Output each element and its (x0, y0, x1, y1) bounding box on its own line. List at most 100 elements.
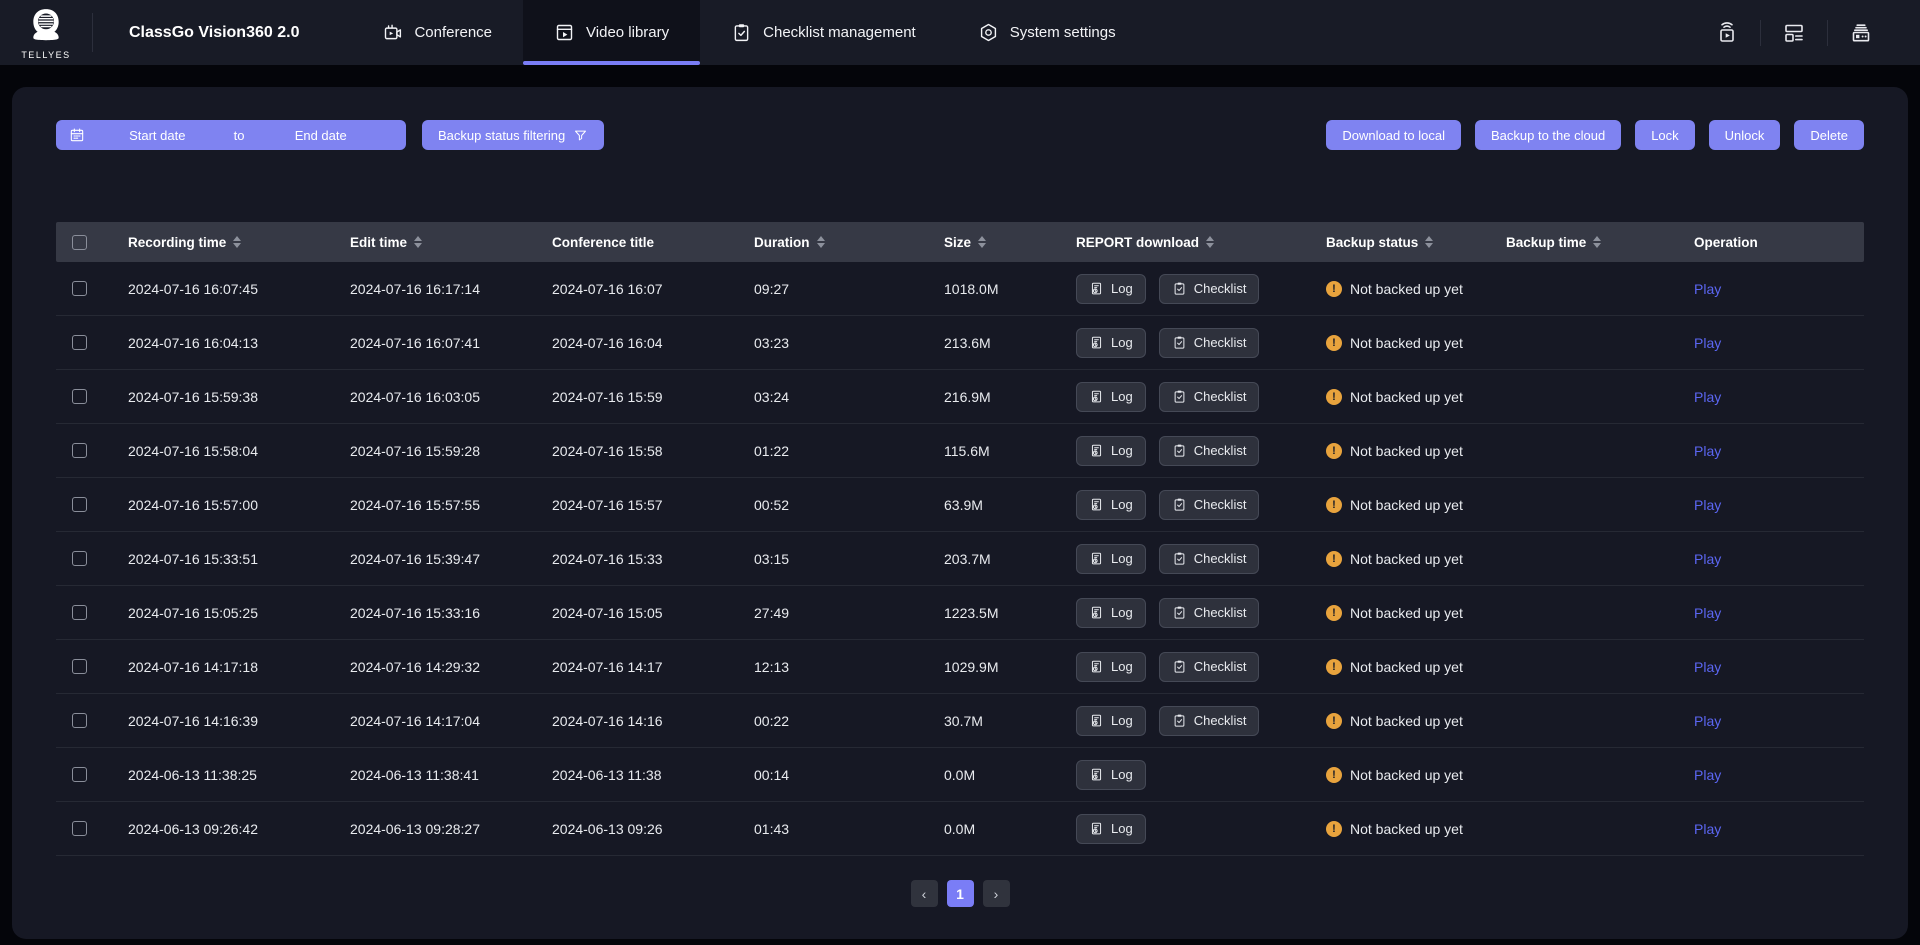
select-all-checkbox[interactable] (72, 235, 87, 250)
sort-icon[interactable] (414, 236, 422, 248)
column-header[interactable]: Conference title (540, 235, 742, 250)
settings-icon (978, 22, 999, 43)
checklist-button-icon (1172, 713, 1187, 728)
unlock-button[interactable]: Unlock (1709, 120, 1781, 150)
edit-time-cell: 2024-07-16 15:59:28 (350, 443, 480, 459)
warning-icon: ! (1326, 659, 1342, 675)
log-file-icon (1089, 605, 1104, 620)
log-button[interactable]: Log (1076, 382, 1146, 412)
checklist-button[interactable]: Checklist (1159, 382, 1260, 412)
tab-video-library[interactable]: Video library (523, 0, 700, 65)
log-button[interactable]: Log (1076, 652, 1146, 682)
row-checkbox[interactable] (72, 443, 87, 458)
delete-button[interactable]: Delete (1794, 120, 1864, 150)
column-header[interactable]: Operation (1682, 235, 1864, 250)
checklist-button-label: Checklist (1194, 713, 1247, 728)
play-link[interactable]: Play (1694, 281, 1721, 297)
prev-page-button[interactable]: ‹ (911, 880, 938, 907)
column-header[interactable]: Recording time (116, 235, 338, 250)
row-checkbox[interactable] (72, 551, 87, 566)
sort-icon[interactable] (1593, 236, 1601, 248)
log-button[interactable]: Log (1076, 814, 1146, 844)
tab-checklist-management[interactable]: Checklist management (700, 0, 947, 65)
download-to-local-button[interactable]: Download to local (1326, 120, 1461, 150)
play-link[interactable]: Play (1694, 497, 1721, 513)
row-checkbox[interactable] (72, 713, 87, 728)
checklist-button[interactable]: Checklist (1159, 544, 1260, 574)
row-checkbox[interactable] (72, 605, 87, 620)
edit-time-cell: 2024-07-16 14:29:32 (350, 659, 480, 675)
log-file-icon (1089, 551, 1104, 566)
play-link[interactable]: Play (1694, 551, 1721, 567)
checklist-button[interactable]: Checklist (1159, 274, 1260, 304)
sort-icon[interactable] (233, 236, 241, 248)
backup-to-cloud-button[interactable]: Backup to the cloud (1475, 120, 1621, 150)
duration-cell: 03:23 (754, 335, 789, 351)
log-button[interactable]: Log (1076, 328, 1146, 358)
play-link[interactable]: Play (1694, 659, 1721, 675)
play-link[interactable]: Play (1694, 335, 1721, 351)
log-button[interactable]: Log (1076, 436, 1146, 466)
log-button[interactable]: Log (1076, 274, 1146, 304)
tab-conference[interactable]: Conference (351, 0, 523, 65)
log-button[interactable]: Log (1076, 760, 1146, 790)
column-header[interactable]: Edit time (338, 235, 540, 250)
recording-time-cell: 2024-06-13 11:38:25 (128, 767, 257, 783)
column-header[interactable]: Duration (742, 235, 932, 250)
sort-icon[interactable] (817, 236, 825, 248)
column-header[interactable]: Backup time (1494, 235, 1682, 250)
row-checkbox[interactable] (72, 659, 87, 674)
backup-status-cell: Not backed up yet (1350, 605, 1463, 621)
row-checkbox[interactable] (72, 389, 87, 404)
row-checkbox[interactable] (72, 821, 87, 836)
edit-time-cell: 2024-07-16 16:07:41 (350, 335, 480, 351)
column-header[interactable]: REPORT download (1064, 235, 1314, 250)
log-button[interactable]: Log (1076, 490, 1146, 520)
layout-button[interactable] (1761, 0, 1827, 65)
size-cell: 1029.9M (944, 659, 998, 675)
row-checkbox[interactable] (72, 335, 87, 350)
column-header[interactable]: Size (932, 235, 1064, 250)
date-range-picker[interactable]: Start date to End date (56, 120, 406, 150)
recorder-device-button[interactable] (1828, 0, 1894, 65)
lock-button[interactable]: Lock (1635, 120, 1694, 150)
log-button[interactable]: Log (1076, 544, 1146, 574)
row-checkbox[interactable] (72, 497, 87, 512)
table-row: 2024-07-16 15:05:25 2024-07-16 15:33:16 … (56, 586, 1864, 640)
page-1-button[interactable]: 1 (947, 880, 974, 907)
checklist-button[interactable]: Checklist (1159, 652, 1260, 682)
row-checkbox[interactable] (72, 281, 87, 296)
play-link[interactable]: Play (1694, 767, 1721, 783)
table-row: 2024-07-16 15:33:51 2024-07-16 15:39:47 … (56, 532, 1864, 586)
checklist-button[interactable]: Checklist (1159, 706, 1260, 736)
column-header[interactable]: Backup status (1314, 235, 1494, 250)
cast-play-button[interactable] (1694, 0, 1760, 65)
checklist-button[interactable]: Checklist (1159, 436, 1260, 466)
backup-status-filter-button[interactable]: Backup status filtering (422, 120, 604, 150)
duration-cell: 00:22 (754, 713, 789, 729)
checklist-button[interactable]: Checklist (1159, 598, 1260, 628)
next-page-button[interactable]: › (983, 880, 1010, 907)
tab-system-settings[interactable]: System settings (947, 0, 1147, 65)
checklist-button[interactable]: Checklist (1159, 490, 1260, 520)
recording-time-cell: 2024-07-16 15:33:51 (128, 551, 258, 567)
play-link[interactable]: Play (1694, 443, 1721, 459)
sort-icon[interactable] (1206, 236, 1214, 248)
sort-icon[interactable] (1425, 236, 1433, 248)
log-file-icon (1089, 443, 1104, 458)
row-checkbox[interactable] (72, 767, 87, 782)
conference-title-cell: 2024-07-16 16:04 (552, 335, 663, 351)
log-button[interactable]: Log (1076, 598, 1146, 628)
log-button[interactable]: Log (1076, 706, 1146, 736)
play-link[interactable]: Play (1694, 713, 1721, 729)
play-link[interactable]: Play (1694, 821, 1721, 837)
play-link[interactable]: Play (1694, 605, 1721, 621)
checklist-button[interactable]: Checklist (1159, 328, 1260, 358)
end-date-input[interactable]: End date (248, 128, 393, 143)
logo-text: TELLYES (21, 50, 70, 60)
sort-icon[interactable] (978, 236, 986, 248)
calendar-icon (69, 127, 85, 143)
duration-cell: 12:13 (754, 659, 789, 675)
play-link[interactable]: Play (1694, 389, 1721, 405)
start-date-input[interactable]: Start date (85, 128, 230, 143)
